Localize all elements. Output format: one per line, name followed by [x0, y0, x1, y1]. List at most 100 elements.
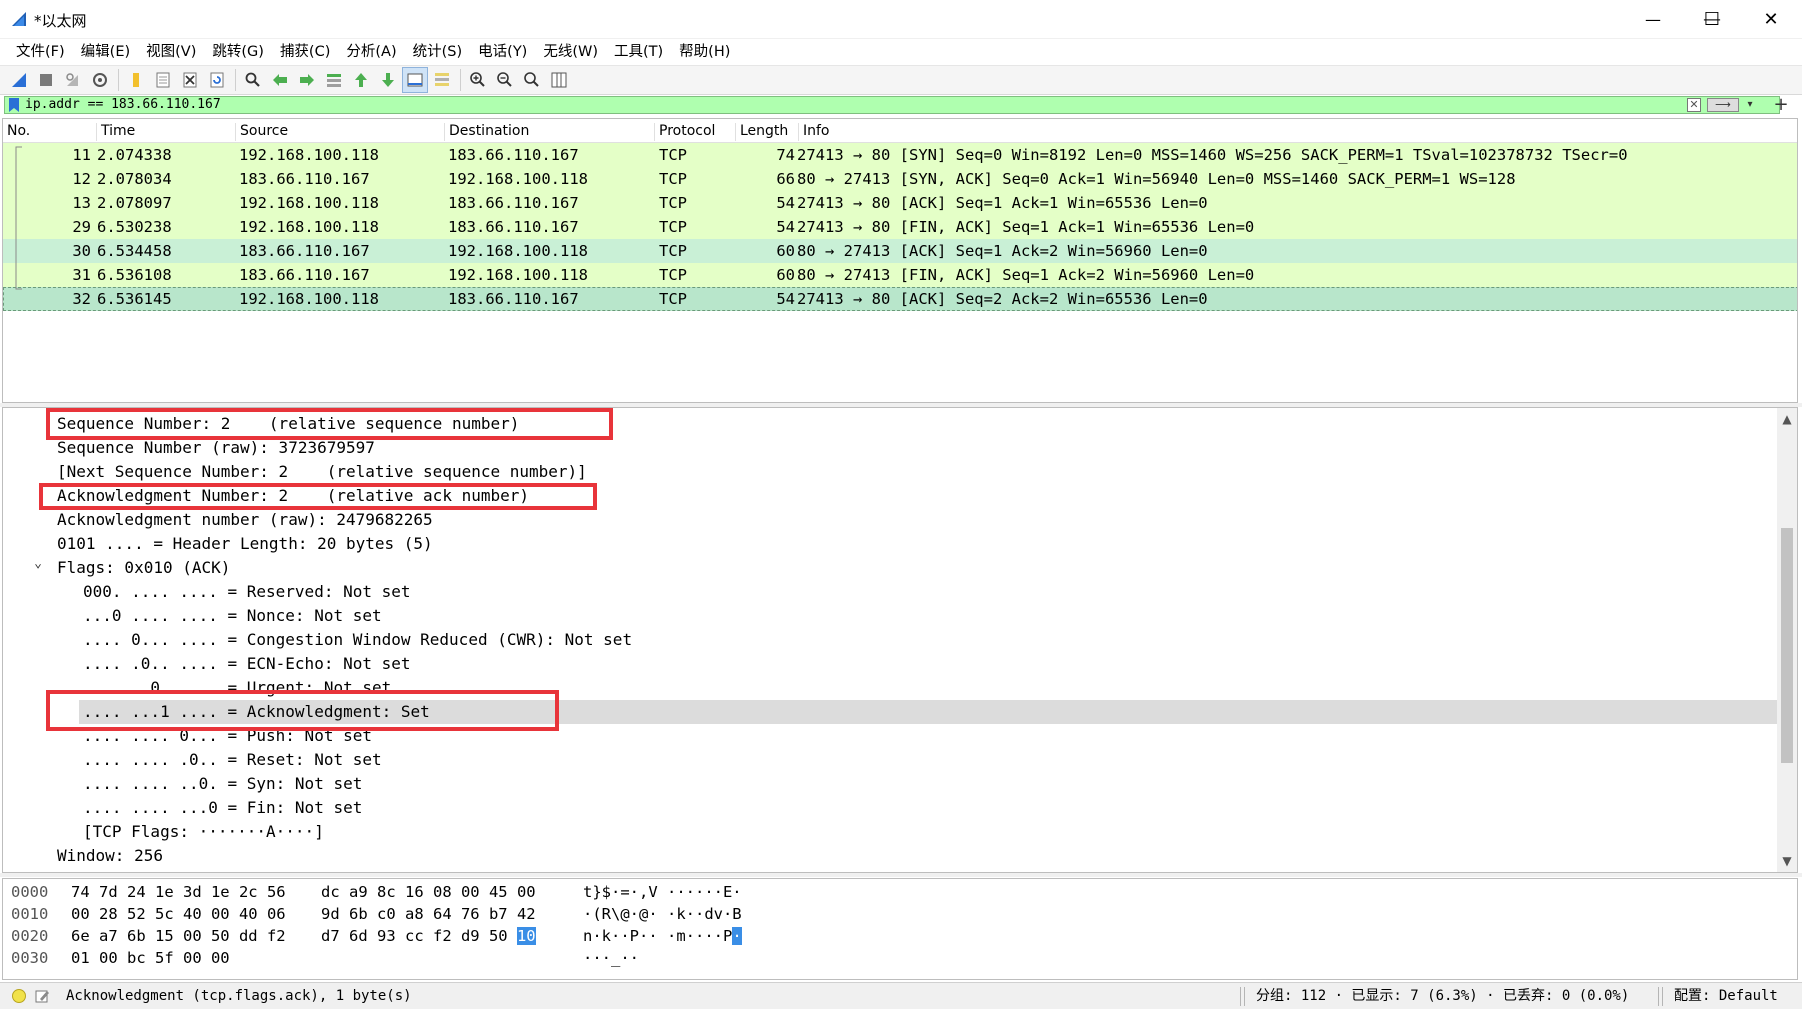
maximize-window-button[interactable]: ☐	[1683, 0, 1741, 39]
title-bar: *以太网 —	[0, 0, 1802, 39]
detail-field[interactable]: .... 0... .... = Congestion Window Reduc…	[3, 628, 1779, 652]
save-file-icon[interactable]	[150, 67, 176, 93]
selected-hex-byte[interactable]: 10	[516, 927, 536, 945]
find-packet-icon[interactable]	[240, 67, 266, 93]
column-header-info[interactable]: Info	[798, 123, 830, 141]
filter-bookmark-icon[interactable]	[8, 98, 20, 112]
cell-time: 2.078097	[97, 194, 172, 212]
status-profile[interactable]: 配置: Default	[1674, 983, 1778, 1009]
menu-statistics[interactable]: 统计(S)	[405, 39, 471, 65]
capture-options-icon[interactable]	[87, 67, 113, 93]
colorize-icon[interactable]	[429, 67, 455, 93]
packet-row[interactable]: 29 6.530238 192.168.100.118 183.66.110.167 T…	[3, 215, 1797, 239]
detail-field-text: ...0 .... .... = Nonce: Not set	[83, 606, 382, 625]
menu-telephony[interactable]: 电话(Y)	[470, 39, 535, 65]
detail-field[interactable]: Acknowledgment number (raw): 2479682265	[3, 508, 1779, 532]
byte-row[interactable]: 0030 01 00 bc 5f 00 00 ···_··	[3, 947, 1779, 969]
menu-help[interactable]: 帮助(H)	[671, 39, 738, 65]
packet-row[interactable]: 13 2.078097 192.168.100.118 183.66.110.167 T…	[3, 191, 1797, 215]
go-to-packet-icon[interactable]	[321, 67, 347, 93]
cell-protocol: TCP	[659, 218, 687, 236]
go-last-icon[interactable]	[375, 67, 401, 93]
resize-columns-icon[interactable]	[546, 67, 572, 93]
stop-capture-icon[interactable]	[33, 67, 59, 93]
cell-protocol: TCP	[659, 290, 687, 308]
filter-history-dropdown-icon[interactable]: ▾	[1743, 98, 1757, 112]
detail-field[interactable]: [Next Sequence Number: 2 (relative seque…	[3, 460, 1779, 484]
open-file-icon[interactable]	[123, 67, 149, 93]
add-filter-button[interactable]: +	[1770, 94, 1792, 116]
menu-go[interactable]: 跳转(G)	[204, 39, 272, 65]
detail-field[interactable]: .... .... ..0. = Syn: Not set	[3, 772, 1779, 796]
window-title: *以太网	[34, 12, 87, 30]
clear-filter-icon[interactable]: ✕	[1687, 98, 1701, 112]
go-forward-icon[interactable]	[294, 67, 320, 93]
packet-row[interactable]: 30 6.534458 183.66.110.167 192.168.100.118 T…	[3, 239, 1797, 263]
autoscroll-icon[interactable]	[402, 67, 428, 93]
cell-length: 54	[776, 290, 795, 308]
go-first-icon[interactable]	[348, 67, 374, 93]
detail-field-text: Flags: 0x010 (ACK)	[57, 558, 231, 577]
column-header-destination[interactable]: Destination	[444, 123, 529, 141]
zoom-in-icon[interactable]	[465, 67, 491, 93]
cell-length: 74	[776, 146, 795, 164]
menu-tools[interactable]: 工具(T)	[606, 39, 671, 65]
menu-edit[interactable]: 编辑(E)	[73, 39, 138, 65]
capture-comment-icon[interactable]	[34, 988, 50, 1004]
zoom-out-icon[interactable]	[492, 67, 518, 93]
zoom-normal-icon[interactable]	[519, 67, 545, 93]
detail-field[interactable]: [TCP Flags: ·······A····]	[3, 820, 1779, 844]
detail-field[interactable]: 000. .... .... = Reserved: Not set	[3, 580, 1779, 604]
expert-info-indicator-icon[interactable]	[12, 989, 26, 1003]
column-header-protocol[interactable]: Protocol	[654, 123, 715, 141]
expand-chevron-icon[interactable]: ⌄	[31, 552, 45, 576]
cell-info: 27413 → 80 [SYN] Seq=0 Win=8192 Len=0 MS…	[797, 146, 1628, 164]
details-scrollbar[interactable]: ▲ ▼	[1777, 408, 1797, 872]
scroll-down-icon[interactable]: ▼	[1777, 852, 1797, 870]
cell-time: 6.534458	[97, 242, 172, 260]
packet-row[interactable]: 32 6.536145 192.168.100.118 183.66.110.167 T…	[3, 287, 1797, 311]
byte-row[interactable]: 0010 00 28 52 5c 40 00 40 06 9d 6b c0 a8 6…	[3, 903, 1779, 925]
close-file-icon[interactable]	[177, 67, 203, 93]
detail-field[interactable]: 0101 .... = Header Length: 20 bytes (5)	[3, 532, 1779, 556]
menu-view[interactable]: 视图(V)	[138, 39, 204, 65]
display-filter-input[interactable]: ip.addr == 183.66.110.167	[25, 97, 221, 113]
detail-field-text: .... 0... .... = Congestion Window Reduc…	[83, 630, 633, 649]
reload-file-icon[interactable]	[204, 67, 230, 93]
detail-field[interactable]: Window: 256	[3, 844, 1779, 868]
menu-analyze[interactable]: 分析(A)	[338, 39, 404, 65]
detail-field[interactable]: .... .0.. .... = ECN-Echo: Not set	[3, 652, 1779, 676]
minimize-window-button[interactable]: —	[1624, 0, 1682, 39]
detail-field[interactable]: ...0 .... .... = Nonce: Not set	[3, 604, 1779, 628]
start-capture-icon[interactable]	[6, 67, 32, 93]
column-header-time[interactable]: Time	[96, 123, 135, 141]
restart-capture-icon[interactable]	[60, 67, 86, 93]
menu-wireless[interactable]: 无线(W)	[535, 39, 606, 65]
cell-length: 54	[776, 218, 795, 236]
detail-field[interactable]: .... .... .0.. = Reset: Not set	[3, 748, 1779, 772]
byte-offset: 0030	[11, 949, 49, 967]
packet-list-pane: No. Time Source Destination Protocol Len…	[2, 118, 1798, 403]
cell-destination: 183.66.110.167	[448, 218, 579, 236]
pane-splitter-bottom[interactable]	[0, 873, 1802, 877]
selected-ascii-byte[interactable]: ·	[732, 927, 742, 945]
packet-row[interactable]: 11 2.074338 192.168.100.118 183.66.110.167 T…	[3, 143, 1797, 167]
cell-info: 80 → 27413 [ACK] Seq=1 Ack=2 Win=56960 L…	[797, 242, 1208, 260]
go-back-icon[interactable]	[267, 67, 293, 93]
byte-row[interactable]: 0000 74 7d 24 1e 3d 1e 2c 56 dc a9 8c 16 0…	[3, 881, 1779, 903]
column-header-length[interactable]: Length	[735, 123, 788, 141]
packet-row[interactable]: 12 2.078034 183.66.110.167 192.168.100.118 T…	[3, 167, 1797, 191]
close-window-button[interactable]: ✕	[1742, 0, 1800, 39]
menu-file[interactable]: 文件(F)	[8, 39, 73, 65]
detail-field[interactable]: .... .... ...0 = Fin: Not set	[3, 796, 1779, 820]
scrollbar-thumb[interactable]	[1781, 528, 1793, 763]
menu-capture[interactable]: 捕获(C)	[272, 39, 338, 65]
apply-filter-button[interactable]: ⟶	[1707, 98, 1739, 112]
detail-tree-node[interactable]: ⌄ Flags: 0x010 (ACK)	[3, 556, 1779, 580]
column-header-source[interactable]: Source	[235, 123, 288, 141]
hex-bytes-right: 9d 6b c0 a8 64 76 b7 42	[321, 905, 536, 923]
byte-row[interactable]: 0020 6e a7 6b 15 00 50 dd f2 d7 6d 93 cc f…	[3, 925, 1779, 947]
scroll-up-icon[interactable]: ▲	[1777, 410, 1797, 428]
packet-row[interactable]: 31 6.536108 183.66.110.167 192.168.100.118 T…	[3, 263, 1797, 287]
column-header-no[interactable]: No.	[3, 123, 30, 141]
